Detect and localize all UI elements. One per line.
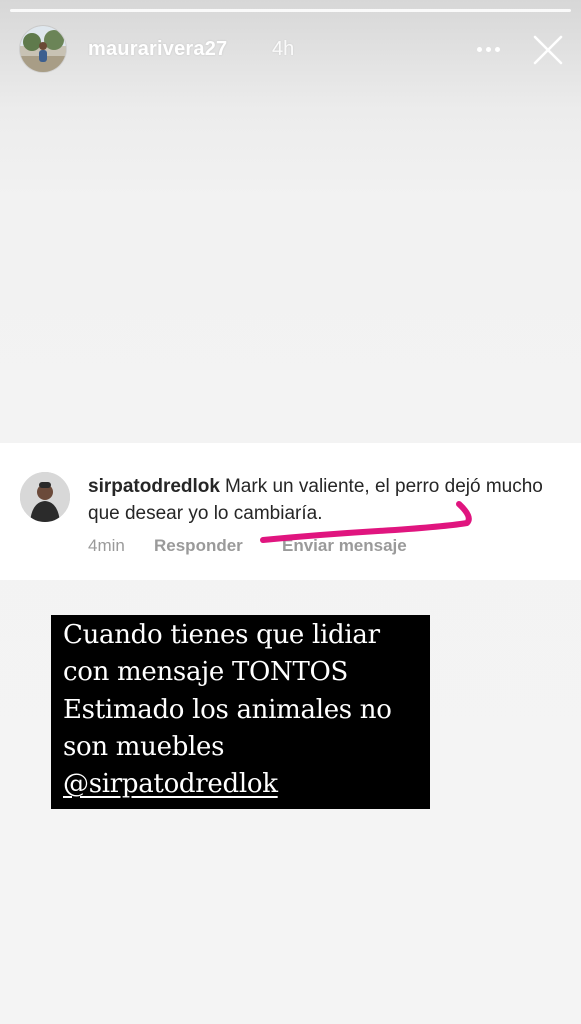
story-header: maurarivera27 4h — [0, 18, 581, 80]
pink-underline-annotation — [260, 501, 472, 543]
story-timestamp: 4h — [272, 38, 295, 60]
more-options-icon[interactable] — [470, 34, 506, 64]
avatar-photo — [20, 26, 66, 72]
caption-mention[interactable]: @sirpatodredlok — [63, 769, 278, 799]
dot — [477, 47, 482, 52]
dot — [486, 47, 491, 52]
caption-line: Estimado los animales no — [63, 695, 392, 725]
dot — [495, 47, 500, 52]
comment-time: 4min — [88, 536, 125, 555]
story-username[interactable]: maurarivera27 — [88, 38, 227, 61]
commenter-avatar[interactable] — [20, 472, 70, 522]
caption-line: con mensaje TONTOS — [63, 657, 349, 687]
caption-line: son muebles — [63, 732, 225, 762]
close-icon[interactable] — [530, 32, 566, 68]
reply-button[interactable]: Responder — [154, 536, 243, 556]
caption-line: Cuando tienes que lidiar — [63, 620, 380, 650]
story-caption-box: Cuando tienes que lidiar con mensaje TON… — [51, 615, 430, 809]
story-progress-bar — [10, 9, 571, 12]
story-avatar[interactable] — [20, 26, 66, 72]
avatar-photo — [20, 472, 70, 522]
comment-username[interactable]: sirpatodredlok — [88, 476, 220, 497]
